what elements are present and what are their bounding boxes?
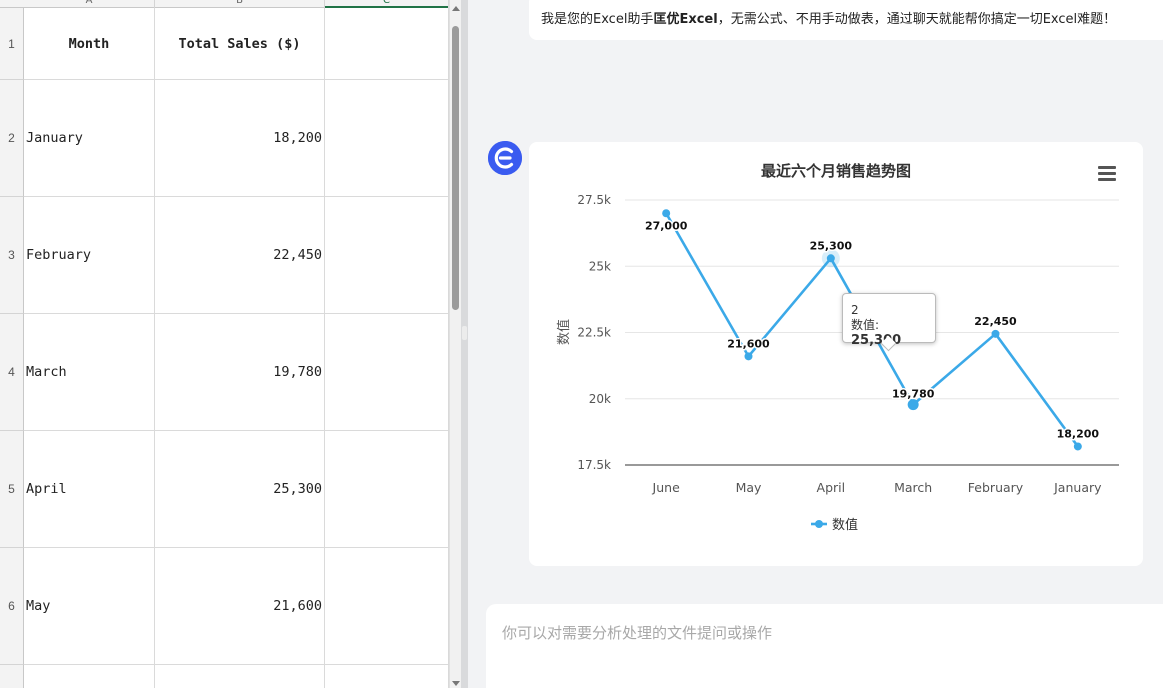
cell-a3[interactable]: February (24, 197, 155, 314)
cell-b5[interactable]: 25,300 (155, 431, 325, 548)
x-tick-label: April (817, 480, 846, 495)
pane-splitter[interactable] (461, 0, 468, 688)
cell-c1[interactable] (325, 8, 448, 80)
data-point (662, 209, 671, 218)
cell-a7[interactable] (24, 665, 155, 688)
row-header-1[interactable]: 1 (0, 8, 24, 80)
scrollbar-thumb[interactable] (452, 26, 459, 310)
legend-marker (815, 520, 823, 528)
tooltip-value: 25,300 (851, 333, 902, 348)
data-label: 21,600 (727, 337, 770, 350)
app-window: A B C 1 Month Total Sales ($) 2 January … (0, 0, 1163, 688)
row-header-3[interactable]: 3 (0, 197, 24, 314)
row-header-2[interactable]: 2 (0, 80, 24, 197)
cell-b4[interactable]: 19,780 (155, 314, 325, 431)
y-tick-label: 17.5k (577, 458, 611, 472)
excel-logo-icon (488, 141, 522, 175)
spreadsheet-vertical-scrollbar[interactable] (449, 0, 461, 688)
x-tick-label: May (736, 480, 762, 495)
cell-c7[interactable] (325, 665, 448, 688)
x-tick-label: January (1053, 480, 1102, 495)
cell-b3[interactable]: 22,450 (155, 197, 325, 314)
cell-b2[interactable]: 18,200 (155, 80, 325, 197)
assistant-intro-message: 我是您的Excel助手匡优Excel，无需公式、不用手动做表，通过聊天就能帮你搞… (529, 0, 1163, 40)
data-point (826, 254, 835, 263)
cell-a4[interactable]: March (24, 314, 155, 431)
hamburger-menu-icon[interactable] (1098, 166, 1116, 182)
cell-c3[interactable] (325, 197, 448, 314)
data-label: 27,000 (645, 219, 688, 232)
row-header-7[interactable] (0, 665, 24, 688)
chat-pane: 我是您的Excel助手匡优Excel，无需公式、不用手动做表，通过聊天就能帮你搞… (468, 0, 1163, 688)
cell-b7[interactable] (155, 665, 325, 688)
cell-c4[interactable] (325, 314, 448, 431)
splitter-grip[interactable] (462, 326, 467, 340)
intro-brand: 匡优Excel (653, 12, 718, 27)
column-header-a[interactable]: A (24, 0, 155, 8)
data-label: 25,300 (810, 239, 853, 252)
column-header-c[interactable]: C (325, 0, 448, 8)
row-header-4[interactable]: 4 (0, 314, 24, 431)
line-chart: 最近六个月销售趋势图 数值 17.5k 20k 22.5k 25k 27.5k June… (556, 162, 1119, 533)
data-point (907, 399, 919, 411)
intro-suffix: ，无需公式、不用手动做表，通过聊天就能帮你搞定一切Excel难题！ (717, 12, 1117, 27)
cell-a5[interactable]: April (24, 431, 155, 548)
cell-a2[interactable]: January (24, 80, 155, 197)
x-tick-label: February (968, 480, 1024, 495)
data-label: 19,780 (892, 388, 935, 401)
cell-a1[interactable]: Month (24, 8, 155, 80)
scroll-up-arrow-icon[interactable] (452, 6, 460, 11)
chart-tooltip: 2 数值: 25,300 (842, 293, 936, 348)
y-tick-label: 25k (589, 259, 611, 273)
y-tick-label: 22.5k (577, 326, 611, 340)
cell-c2[interactable] (325, 80, 448, 197)
data-label: 18,200 (1057, 427, 1100, 440)
scroll-down-arrow-icon[interactable] (452, 681, 460, 686)
row-header-5[interactable]: 5 (0, 431, 24, 548)
cell-a6[interactable]: May (24, 548, 155, 665)
x-tick-label: June (652, 480, 681, 495)
chat-input[interactable] (486, 604, 1163, 688)
chat-input-box (486, 604, 1163, 688)
cell-c5[interactable] (325, 431, 448, 548)
cell-b6[interactable]: 21,600 (155, 548, 325, 665)
column-header-bar: A B C (0, 0, 448, 8)
chart-title: 最近六个月销售趋势图 (761, 162, 911, 180)
tooltip-index: 2 (851, 303, 859, 317)
legend-label: 数值 (832, 517, 858, 533)
data-label: 22,450 (974, 315, 1017, 328)
data-point (1073, 442, 1082, 451)
chart-card: 最近六个月销售趋势图 数值 17.5k 20k 22.5k 25k 27.5k June… (529, 142, 1143, 566)
x-tick-label: March (894, 480, 932, 495)
tooltip-value-line: 数值: 25,300 (851, 318, 927, 348)
data-point (991, 329, 1000, 338)
row-header-6[interactable]: 6 (0, 548, 24, 665)
y-tick-label: 20k (589, 392, 611, 406)
y-tick-label: 27.5k (577, 193, 611, 207)
y-axis-label: 数值 (556, 319, 572, 345)
column-header-b[interactable]: B (155, 0, 325, 8)
data-point (744, 352, 753, 361)
cell-c6[interactable] (325, 548, 448, 665)
cell-b1[interactable]: Total Sales ($) (155, 8, 325, 80)
spreadsheet-pane: A B C 1 Month Total Sales ($) 2 January … (0, 0, 449, 688)
intro-prefix: 我是您的Excel助手 (541, 12, 654, 27)
tooltip-series-label: 数值: (851, 318, 880, 332)
